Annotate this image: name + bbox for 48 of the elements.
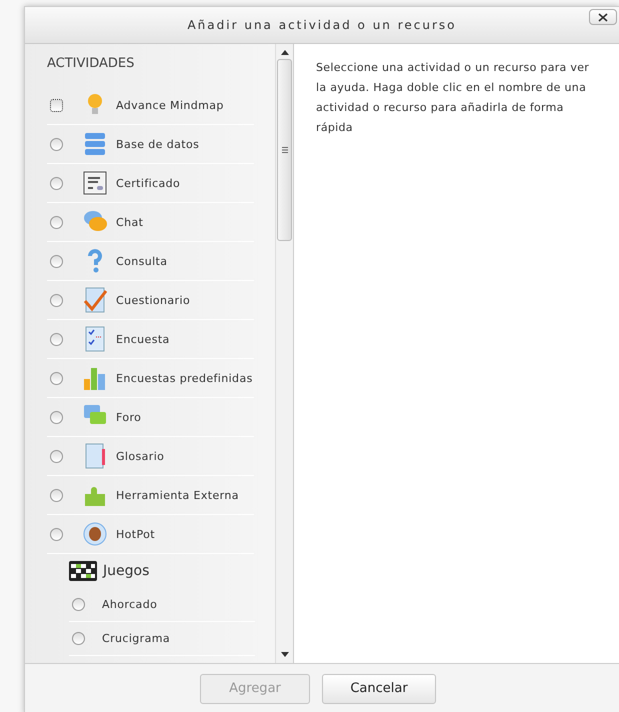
activity-label[interactable]: Certificado [116, 176, 180, 190]
checklist-icon [83, 326, 107, 352]
activity-label[interactable]: Consulta [116, 254, 168, 268]
close-button[interactable] [589, 9, 617, 25]
close-icon [598, 12, 608, 22]
activity-label[interactable]: Crucigrama [102, 632, 170, 645]
radio-button[interactable] [50, 254, 63, 268]
checkered-icon [69, 561, 97, 581]
radio-button[interactable] [72, 632, 85, 645]
radio-button[interactable] [50, 138, 63, 150]
group-label: Juegos [103, 563, 150, 579]
document-icon [83, 170, 107, 196]
database-icon [83, 131, 107, 157]
activity-label[interactable]: Encuesta [116, 332, 170, 346]
hand-icon [83, 521, 107, 547]
scroll-down-icon[interactable] [280, 652, 288, 657]
radio-button[interactable] [50, 528, 63, 540]
dialog-title: Añadir una actividad o un recurso [187, 18, 457, 32]
grip-icon [282, 147, 288, 153]
bar-chart-icon [83, 365, 107, 391]
radio-button[interactable] [50, 372, 63, 384]
activity-label[interactable]: Base de datos [116, 138, 200, 150]
activity-label[interactable]: Chat [116, 216, 144, 228]
radio-button[interactable] [50, 450, 63, 462]
scrollbar[interactable] [275, 44, 293, 663]
radio-button[interactable] [50, 410, 63, 424]
radio-button[interactable] [50, 294, 63, 306]
radio-button[interactable] [50, 176, 63, 190]
activity-label[interactable]: Cuestionario [116, 294, 190, 306]
activity-label[interactable]: Herramienta Externa [116, 488, 239, 502]
scroll-up-icon[interactable] [280, 50, 288, 55]
section-heading: ACTIVIDADES [47, 56, 136, 73]
glossary-icon [83, 443, 107, 469]
activity-label[interactable]: Encuestas predefinidas [116, 372, 253, 384]
scroll-thumb[interactable] [277, 59, 292, 241]
radio-button[interactable] [50, 98, 63, 112]
radio-button[interactable] [72, 598, 85, 611]
radio-button[interactable] [50, 216, 63, 228]
activity-label[interactable]: Foro [116, 410, 142, 424]
radio-button[interactable] [50, 488, 63, 502]
radio-button[interactable] [50, 332, 63, 346]
activity-label[interactable]: Glosario [116, 450, 164, 462]
activity-label[interactable]: Ahorcado [102, 598, 158, 611]
dialog-button[interactable]: Cancelar [322, 674, 436, 704]
help-text: Seleccione una actividad o un recurso para ver la ayuda. Haga doble clic en el nombre de una actividad o recurso para añadirla de forma rápida [316, 60, 590, 136]
activity-label[interactable]: HotPot [116, 528, 155, 540]
activity-label[interactable]: Advance Mindmap [116, 98, 224, 112]
checkmark-document-icon [83, 287, 107, 313]
